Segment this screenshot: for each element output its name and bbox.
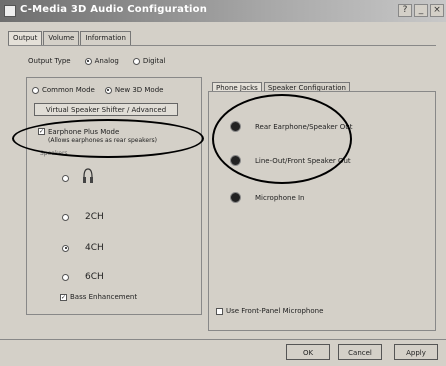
- help-button[interactable]: ?: [398, 4, 412, 17]
- channel-row-4ch: 4CH: [62, 243, 104, 253]
- common-mode-label: Common Mode: [42, 86, 95, 94]
- minimize-button[interactable]: _: [414, 4, 428, 17]
- close-button[interactable]: ×: [430, 4, 444, 17]
- front-mic-row: Use Front-Panel Microphone: [216, 307, 323, 315]
- digital-label: Digital: [142, 57, 166, 65]
- jack-mic-icon: [230, 192, 241, 203]
- apply-button[interactable]: Apply: [394, 344, 438, 360]
- bass-label: Bass Enhancement: [70, 293, 138, 301]
- earphone-plus-row: ✓ Earphone Plus Mode (Allows earphones a…: [38, 128, 157, 145]
- jack-line-out-icon: [230, 155, 241, 166]
- channel-row-headphone: [62, 175, 72, 182]
- main-tabs: Output Volume Information: [8, 31, 132, 45]
- virtual-speaker-button[interactable]: Virtual Speaker Shifter / Advanced: [34, 103, 178, 116]
- analog-label: Analog: [94, 57, 119, 65]
- tab-divider: [8, 45, 436, 46]
- channel-row-6ch: 6CH: [62, 272, 104, 282]
- output-type-label: Output Type: [28, 57, 71, 65]
- 4ch-label: 4CH: [85, 243, 104, 253]
- earphone-plus-text: Earphone Plus Mode (Allows earphones as …: [48, 128, 157, 145]
- channel-row-2ch: 2CH: [62, 212, 104, 222]
- jack-rear-label: Rear Earphone/Speaker Out: [255, 122, 353, 131]
- 4ch-radio[interactable]: [62, 244, 69, 252]
- title-bar: C-Media 3D Audio Configuration ? _ ×: [0, 0, 446, 22]
- common-mode-radio[interactable]: [32, 86, 39, 94]
- analog-radio[interactable]: [84, 57, 92, 65]
- front-mic-label: Use Front-Panel Microphone: [226, 307, 324, 315]
- bottom-divider: [0, 339, 446, 340]
- 2ch-radio[interactable]: [62, 213, 69, 221]
- speakers-label: Speakers: [40, 150, 68, 157]
- ok-button[interactable]: OK: [286, 344, 330, 360]
- jack-line-out: Line-Out/Front Speaker Out: [230, 155, 351, 166]
- jack-line-out-label: Line-Out/Front Speaker Out: [255, 156, 351, 165]
- bass-checkbox[interactable]: ✓: [60, 293, 67, 301]
- earphone-plus-checkbox[interactable]: ✓: [38, 128, 45, 135]
- new-3d-mode-radio[interactable]: [104, 86, 112, 94]
- tab-information[interactable]: Information: [80, 31, 131, 45]
- cancel-button[interactable]: Cancel: [338, 344, 382, 360]
- 6ch-radio[interactable]: [62, 273, 69, 281]
- headphone-radio[interactable]: [62, 175, 69, 182]
- digital-radio[interactable]: [132, 57, 140, 65]
- jack-mic: Microphone In: [230, 192, 304, 203]
- front-mic-checkbox[interactable]: [216, 307, 223, 315]
- new-3d-mode-label: New 3D Mode: [114, 86, 164, 94]
- jack-rear: Rear Earphone/Speaker Out: [230, 121, 353, 132]
- earphone-plus-label: Earphone Plus Mode: [48, 128, 120, 136]
- headphone-icon: [83, 168, 93, 183]
- output-type-row: Output Type Analog Digital: [28, 57, 166, 65]
- jack-mic-label: Microphone In: [255, 193, 305, 202]
- 6ch-label: 6CH: [85, 272, 104, 282]
- tab-volume[interactable]: Volume: [43, 31, 80, 45]
- bass-row: ✓ Bass Enhancement: [60, 293, 137, 301]
- tab-output[interactable]: Output: [8, 31, 43, 45]
- app-icon: [4, 5, 16, 17]
- audio-config-window: C-Media 3D Audio Configuration ? _ × Out…: [0, 0, 446, 366]
- window-title: C-Media 3D Audio Configuration: [20, 4, 208, 15]
- earphone-plus-note: (Allows earphones as rear speakers): [48, 137, 158, 144]
- jack-rear-icon: [230, 121, 241, 132]
- 2ch-label: 2CH: [85, 212, 104, 222]
- mode-row: Common Mode New 3D Mode: [32, 86, 163, 94]
